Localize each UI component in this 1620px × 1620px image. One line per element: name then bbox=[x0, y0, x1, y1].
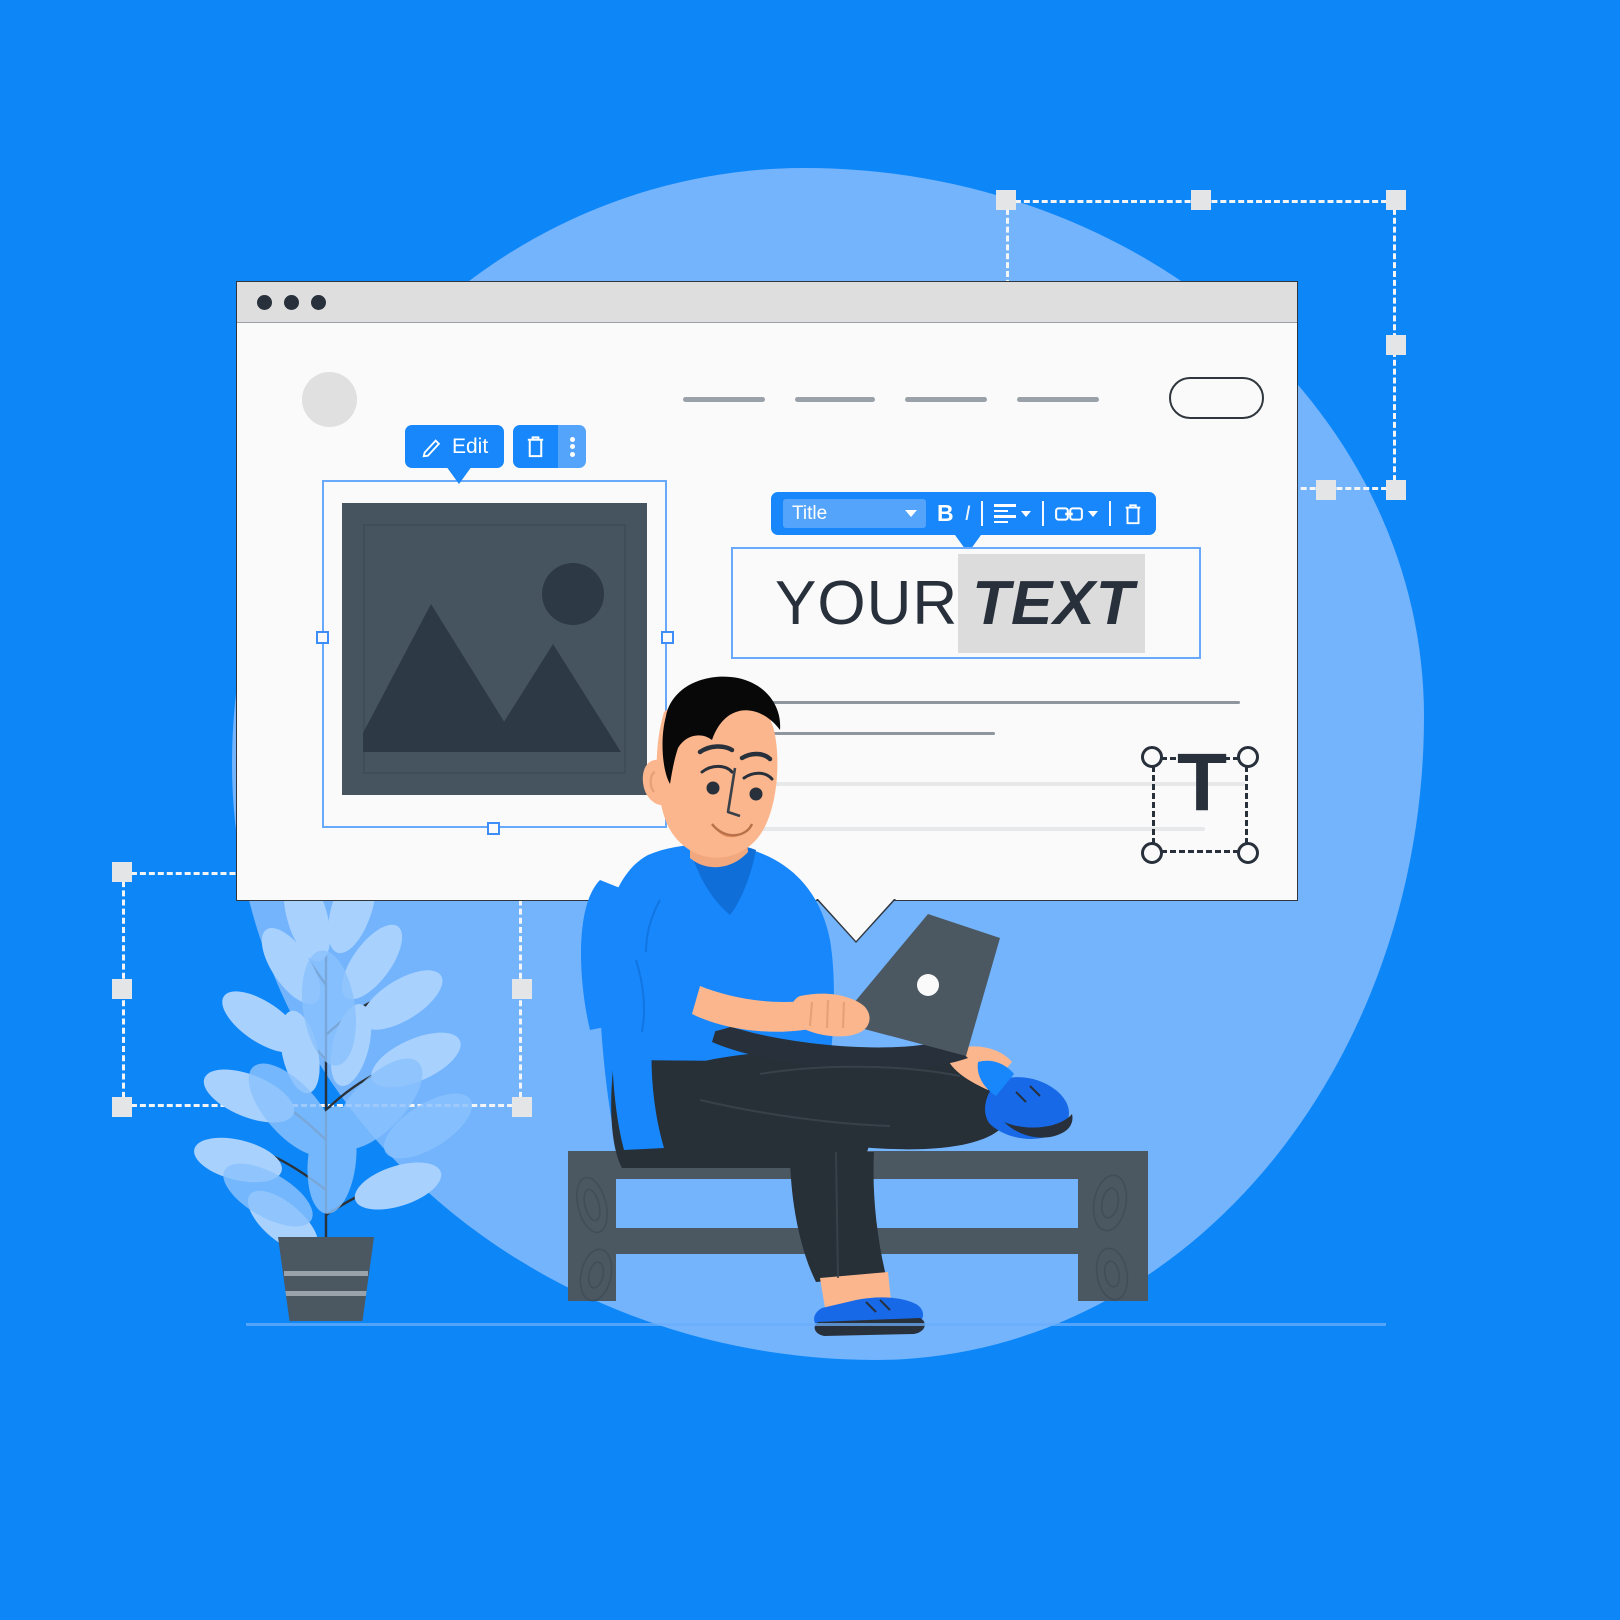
selection-handle-mr[interactable] bbox=[1386, 335, 1406, 355]
speech-tail bbox=[818, 899, 894, 941]
image-placeholder[interactable] bbox=[342, 503, 647, 795]
text-word-plain: YOUR bbox=[775, 568, 959, 638]
selection2-handle-bl[interactable] bbox=[112, 1097, 132, 1117]
edit-button-label: Edit bbox=[452, 434, 489, 458]
selection-handle-tm[interactable] bbox=[1191, 190, 1211, 210]
align-chevron-down-icon bbox=[1021, 510, 1032, 517]
ground-line bbox=[246, 1323, 1386, 1326]
kebab-dot-1 bbox=[569, 436, 575, 442]
kebab-dot-3 bbox=[569, 451, 575, 457]
image-handle-bottom[interactable] bbox=[487, 822, 500, 835]
selection2-handle-mr[interactable] bbox=[512, 979, 532, 999]
nav-line-1[interactable] bbox=[683, 397, 765, 402]
bench-backrest-slat bbox=[568, 1228, 1148, 1254]
nav-line-3[interactable] bbox=[905, 397, 987, 402]
chevron-down-icon bbox=[905, 510, 917, 517]
text-tool-handle-tr[interactable] bbox=[1237, 746, 1259, 768]
delete-button[interactable] bbox=[513, 425, 559, 468]
text-tool-handle-tl[interactable] bbox=[1141, 746, 1163, 768]
browser-titlebar bbox=[237, 282, 1297, 323]
text-delete-button[interactable] bbox=[1122, 502, 1144, 526]
avatar[interactable] bbox=[302, 372, 357, 427]
selection2-handle-ml[interactable] bbox=[112, 979, 132, 999]
text-content-box[interactable]: YOUR TEXT bbox=[731, 547, 1201, 659]
text-tool-handle-br[interactable] bbox=[1237, 842, 1259, 864]
bold-button[interactable]: B bbox=[937, 500, 954, 527]
window-dot-maximize[interactable] bbox=[311, 295, 326, 310]
text-style-value: Title bbox=[792, 502, 828, 524]
selection-handle-tr[interactable] bbox=[1386, 190, 1406, 210]
pencil-icon bbox=[422, 438, 441, 457]
trash-icon bbox=[528, 436, 544, 458]
selection-handle-br[interactable] bbox=[1386, 480, 1406, 500]
text-tool-handle-bl[interactable] bbox=[1141, 842, 1163, 864]
nav-button[interactable] bbox=[1169, 377, 1264, 419]
bench-seat bbox=[568, 1151, 1148, 1179]
text-format-toolbar: Title B I bbox=[771, 492, 1157, 535]
selection-handle-bl[interactable] bbox=[1316, 480, 1336, 500]
bench-leg-right bbox=[1078, 1151, 1148, 1301]
link-icon bbox=[1055, 506, 1084, 521]
toolbar-separator-1 bbox=[981, 501, 984, 526]
body-line-4 bbox=[685, 827, 1205, 831]
align-button[interactable] bbox=[994, 504, 1032, 523]
text-style-select[interactable]: Title bbox=[783, 499, 926, 528]
image-handle-left[interactable] bbox=[316, 631, 329, 644]
toolbar-separator-2 bbox=[1042, 501, 1045, 526]
image-placeholder-mountain-icon bbox=[363, 604, 621, 752]
body-line-1 bbox=[685, 701, 1240, 704]
kebab-dot-2 bbox=[569, 444, 575, 449]
edit-button[interactable]: Edit bbox=[405, 425, 505, 468]
window-dot-close[interactable] bbox=[257, 295, 272, 310]
edit-toolbar: Edit bbox=[405, 425, 587, 468]
selection2-handle-tl[interactable] bbox=[112, 862, 132, 882]
nav-line-4[interactable] bbox=[1017, 397, 1099, 402]
body-line-2 bbox=[685, 732, 995, 735]
toolbar-separator-3 bbox=[1109, 501, 1112, 526]
more-options-button[interactable] bbox=[558, 425, 587, 468]
delete-group bbox=[513, 425, 587, 468]
selection2-handle-br[interactable] bbox=[512, 1097, 532, 1117]
window-dot-minimize[interactable] bbox=[284, 295, 299, 310]
trash-icon bbox=[1126, 503, 1141, 524]
illustration-stage: Edit Title B I YOUR TEXT T bbox=[0, 0, 1620, 1620]
link-chevron-down-icon bbox=[1088, 510, 1099, 517]
image-handle-right[interactable] bbox=[661, 631, 674, 644]
selection-handle-tl[interactable] bbox=[996, 190, 1016, 210]
italic-button[interactable]: I bbox=[965, 502, 971, 526]
text-tool-letter: T bbox=[1177, 737, 1228, 828]
edit-toolbar-tail bbox=[446, 466, 472, 484]
text-word-styled: TEXT bbox=[958, 553, 1145, 653]
nav-line-2[interactable] bbox=[795, 397, 875, 402]
plant-pot bbox=[278, 1237, 374, 1321]
selection-rect-bottom-left[interactable] bbox=[122, 872, 522, 1107]
bench-leg-left bbox=[568, 1151, 616, 1301]
align-left-icon bbox=[994, 504, 1017, 523]
link-button[interactable] bbox=[1055, 505, 1099, 523]
